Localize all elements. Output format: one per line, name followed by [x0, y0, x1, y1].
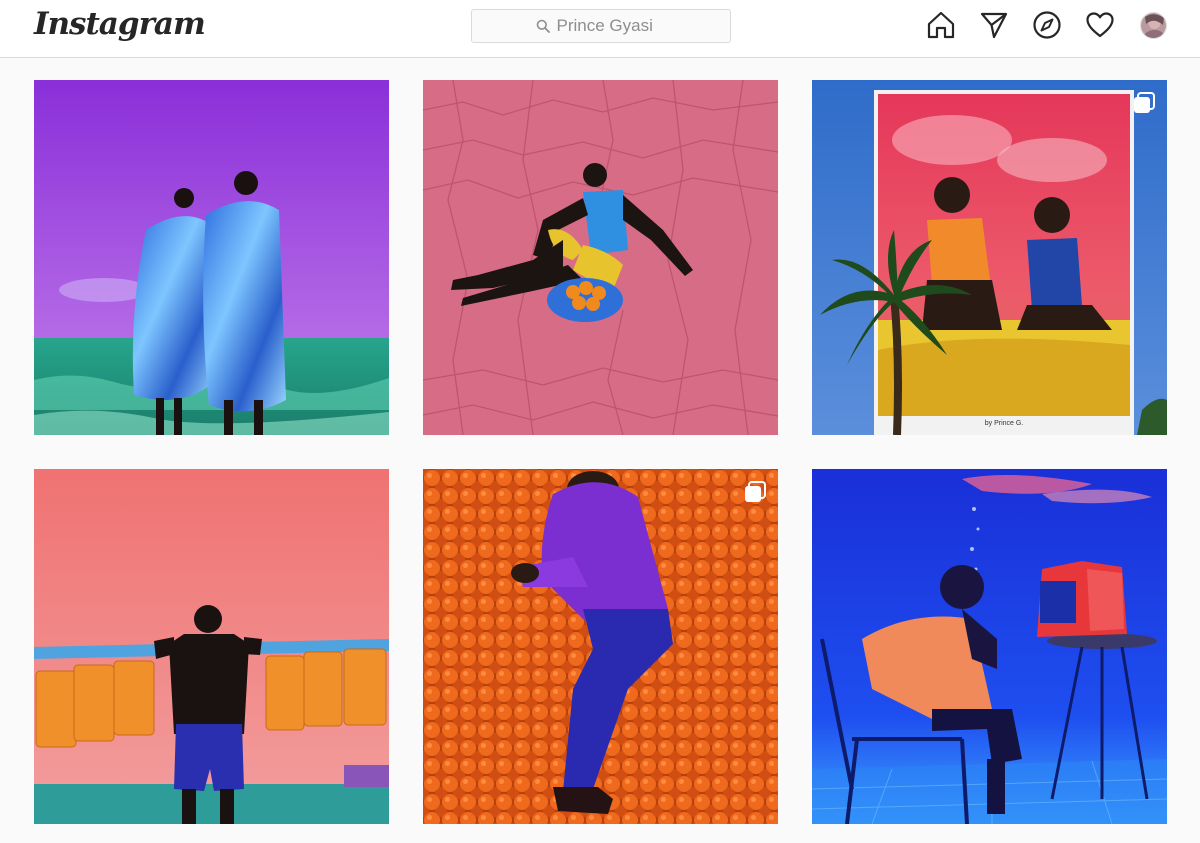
post-thumbnail[interactable]: by Prince G. — [812, 80, 1167, 435]
top-navigation-bar: Instagram — [0, 0, 1200, 58]
search-box[interactable] — [471, 9, 731, 43]
multiple-posts-icon — [745, 481, 766, 502]
post-image — [34, 469, 389, 824]
instagram-logo[interactable]: Instagram — [34, 6, 206, 42]
post-thumbnail[interactable] — [423, 80, 778, 435]
search-input[interactable] — [556, 16, 667, 36]
activity-heart-icon[interactable] — [1085, 10, 1115, 40]
profile-avatar[interactable] — [1140, 12, 1167, 39]
multiple-posts-icon — [1134, 92, 1155, 113]
post-image — [423, 469, 778, 824]
post-thumbnail[interactable] — [34, 469, 389, 824]
post-image — [34, 80, 389, 435]
direct-message-icon[interactable] — [979, 10, 1009, 40]
post-image: by Prince G. — [812, 80, 1167, 435]
search-icon — [536, 19, 550, 33]
post-image — [423, 80, 778, 435]
post-image — [812, 469, 1167, 824]
billboard-credit: by Prince G. — [985, 420, 1024, 427]
post-thumbnail[interactable] — [812, 469, 1167, 824]
post-thumbnail[interactable] — [423, 469, 778, 824]
home-icon[interactable] — [926, 10, 956, 40]
post-thumbnail[interactable] — [34, 80, 389, 435]
explore-compass-icon[interactable] — [1032, 10, 1062, 40]
